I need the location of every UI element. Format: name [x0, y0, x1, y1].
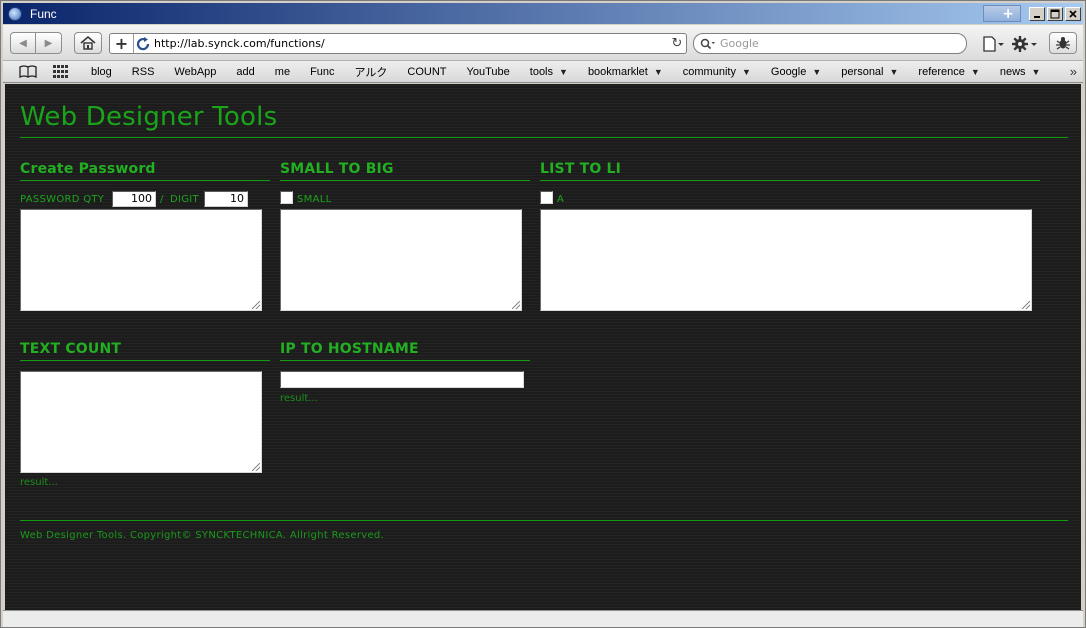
ip-to-hostname-result: result...: [280, 393, 318, 404]
small-to-big-textarea[interactable]: [280, 209, 522, 311]
ip-to-hostname-heading: IP TO HOSTNAME: [280, 341, 419, 357]
bookmark-alc[interactable]: アルク: [355, 64, 388, 80]
status-bar: [3, 610, 1083, 627]
small-checkbox[interactable]: [280, 191, 293, 204]
resize-grip-icon[interactable]: [1022, 301, 1030, 309]
more-bookmarks-button[interactable]: »: [1070, 64, 1077, 79]
ip-address-input[interactable]: [280, 371, 524, 388]
footer-copyright: Web Designer Tools. Copyright© SYNCKTECH…: [20, 530, 385, 541]
password-qty-input[interactable]: 100: [112, 191, 156, 207]
settings-menu-button[interactable]: [1011, 34, 1039, 54]
chevron-down-icon: ▼: [889, 66, 899, 77]
debug-button[interactable]: [1049, 32, 1077, 54]
chevron-down-icon: ▼: [741, 66, 751, 77]
top-sites-grid-icon[interactable]: [53, 64, 69, 79]
bookmark-folder-google[interactable]: Google ▼: [771, 66, 821, 78]
chevron-down-icon: ▼: [559, 66, 568, 77]
url-text[interactable]: http://lab.synck.com/functions/: [154, 37, 668, 50]
bookmark-folder-bookmarklet[interactable]: bookmarklet ▼: [588, 66, 663, 78]
minimize-icon: [1034, 15, 1040, 18]
close-icon: [1069, 9, 1077, 18]
minimize-button[interactable]: [1029, 6, 1045, 21]
chevron-down-icon: ▼: [970, 66, 980, 77]
small-checkbox-label: SMALL: [297, 194, 332, 205]
password-qty-label: PASSWORD QTY: [20, 194, 105, 205]
resize-grip-icon[interactable]: [252, 301, 260, 309]
digit-input[interactable]: 10: [204, 191, 248, 207]
create-password-divider: [20, 180, 270, 181]
search-icon: [700, 38, 715, 49]
bookmark-me[interactable]: me: [275, 66, 290, 78]
search-bar[interactable]: Google: [693, 33, 967, 54]
bookmarks-bar: blog RSS WebApp add me Func アルク COUNT Yo…: [3, 61, 1083, 83]
page-icon: [983, 36, 1004, 52]
resize-grip-icon[interactable]: [252, 463, 260, 471]
bookmark-youtube[interactable]: YouTube: [467, 66, 510, 78]
text-count-heading: TEXT COUNT: [20, 341, 122, 357]
bookmark-folder-reference[interactable]: reference ▼: [918, 66, 979, 78]
refresh-icon[interactable]: ↻: [668, 36, 686, 51]
new-tab-button[interactable]: +: [983, 5, 1021, 22]
password-output-textarea[interactable]: [20, 209, 262, 311]
title-bar: Func +: [3, 3, 1083, 24]
text-count-divider: [20, 360, 270, 361]
bookmark-folder-personal[interactable]: personal ▼: [841, 66, 898, 78]
footer-divider: [20, 520, 1068, 521]
bookmark-count[interactable]: COUNT: [407, 66, 446, 78]
bookmark-blog[interactable]: blog: [91, 66, 112, 78]
chevron-down-icon: ▼: [653, 66, 663, 77]
back-forward-group: ◀ ▶: [10, 32, 62, 54]
browser-window: Func + ◀ ▶ + http://lab.synck.com/functi…: [0, 0, 1086, 628]
bookmarks-book-icon[interactable]: [19, 65, 37, 79]
list-to-li-divider: [540, 180, 1040, 181]
maximize-button[interactable]: [1047, 6, 1063, 21]
bookmark-folder-community[interactable]: community ▼: [683, 66, 751, 78]
address-bar[interactable]: + http://lab.synck.com/functions/ ↻: [109, 33, 687, 54]
small-to-big-heading: SMALL TO BIG: [280, 161, 394, 177]
forward-button[interactable]: ▶: [36, 32, 62, 54]
window-title: Func: [30, 6, 57, 21]
title-divider: [20, 137, 1068, 138]
close-button[interactable]: [1065, 6, 1081, 21]
reload-icon[interactable]: [134, 34, 152, 53]
page-menu-button[interactable]: [981, 34, 1005, 54]
bookmark-rss[interactable]: RSS: [132, 66, 155, 78]
ip-to-hostname-divider: [280, 360, 530, 361]
chevron-down-icon: ▼: [1031, 66, 1041, 77]
anchor-checkbox[interactable]: [540, 191, 553, 204]
text-count-textarea[interactable]: [20, 371, 262, 473]
gear-icon: [1012, 36, 1037, 52]
bookmark-add[interactable]: add: [236, 66, 254, 78]
navigation-toolbar: ◀ ▶ + http://lab.synck.com/functions/ ↻: [3, 25, 1083, 61]
resize-grip-icon[interactable]: [512, 301, 520, 309]
chevron-down-icon: ▼: [812, 66, 822, 77]
page-content: Web Designer Tools Create Password PASSW…: [5, 84, 1081, 610]
search-placeholder: Google: [720, 37, 759, 50]
separator-slash: /: [160, 194, 164, 205]
bookmark-folder-news[interactable]: news ▼: [1000, 66, 1041, 78]
window-controls: +: [983, 5, 1081, 22]
bug-icon: [1056, 37, 1070, 50]
small-to-big-divider: [280, 180, 530, 181]
bookmark-webapp[interactable]: WebApp: [174, 66, 216, 78]
browser-globe-icon: [8, 6, 22, 21]
anchor-checkbox-label: A: [557, 194, 565, 205]
list-to-li-heading: LIST TO LI: [540, 161, 622, 177]
create-password-heading: Create Password: [20, 161, 156, 177]
home-button[interactable]: [74, 32, 102, 54]
text-count-result: result...: [20, 477, 58, 488]
bookmark-func[interactable]: Func: [310, 66, 334, 78]
add-bookmark-button[interactable]: +: [110, 34, 134, 53]
list-to-li-textarea[interactable]: [540, 209, 1032, 311]
page-title: Web Designer Tools: [20, 102, 278, 132]
bookmark-folder-tools[interactable]: tools ▼: [530, 66, 568, 78]
digit-label: DIGIT: [170, 194, 199, 205]
home-icon: [80, 36, 96, 50]
maximize-icon: [1050, 9, 1060, 18]
back-button[interactable]: ◀: [10, 32, 36, 54]
